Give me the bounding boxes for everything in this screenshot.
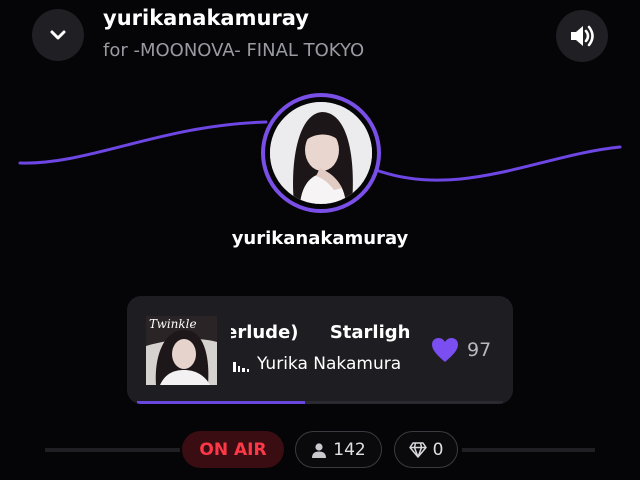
diamond-icon — [408, 441, 427, 458]
gem-count: 0 — [432, 439, 444, 460]
like-count: 97 — [467, 339, 492, 361]
collapse-button[interactable] — [32, 9, 84, 61]
now-playing-card[interactable]: Twinkle Interlude) Starligh Yurika Nakam… — [127, 296, 513, 404]
room-title: yurikanakamuray — [103, 6, 309, 30]
track-title: Interlude) Starligh — [231, 322, 411, 343]
chevron-down-icon — [50, 30, 66, 40]
track-progress-bar[interactable] — [137, 401, 503, 404]
heart-icon — [432, 338, 458, 362]
equalizer-icon — [233, 361, 249, 372]
divider-left — [45, 448, 180, 452]
room-subtitle: for -MOONOVA- FINAL TOKYO — [103, 40, 365, 61]
divider-right — [462, 448, 595, 452]
host-name: yurikanakamuray — [231, 228, 409, 249]
track-title-marquee: Interlude) Starligh — [231, 322, 411, 343]
sound-button[interactable] — [556, 10, 608, 62]
like-button[interactable]: 97 — [431, 337, 491, 363]
speaker-volume-icon — [571, 25, 594, 47]
host-avatar[interactable] — [261, 93, 381, 213]
album-cover: Twinkle — [146, 316, 217, 385]
host-avatar-image — [270, 102, 372, 204]
gem-count-chip[interactable]: 0 — [394, 431, 458, 468]
album-cover-text: Twinkle — [149, 317, 197, 331]
on-air-badge: ON AIR — [182, 431, 284, 468]
listener-count: 142 — [333, 439, 366, 460]
listener-count-chip[interactable]: 142 — [295, 431, 382, 468]
artist-name: Yurika Nakamura — [257, 354, 402, 374]
person-icon — [312, 442, 327, 458]
artist-row: Yurika Nakamura — [233, 354, 401, 374]
track-progress-fill — [137, 401, 306, 404]
